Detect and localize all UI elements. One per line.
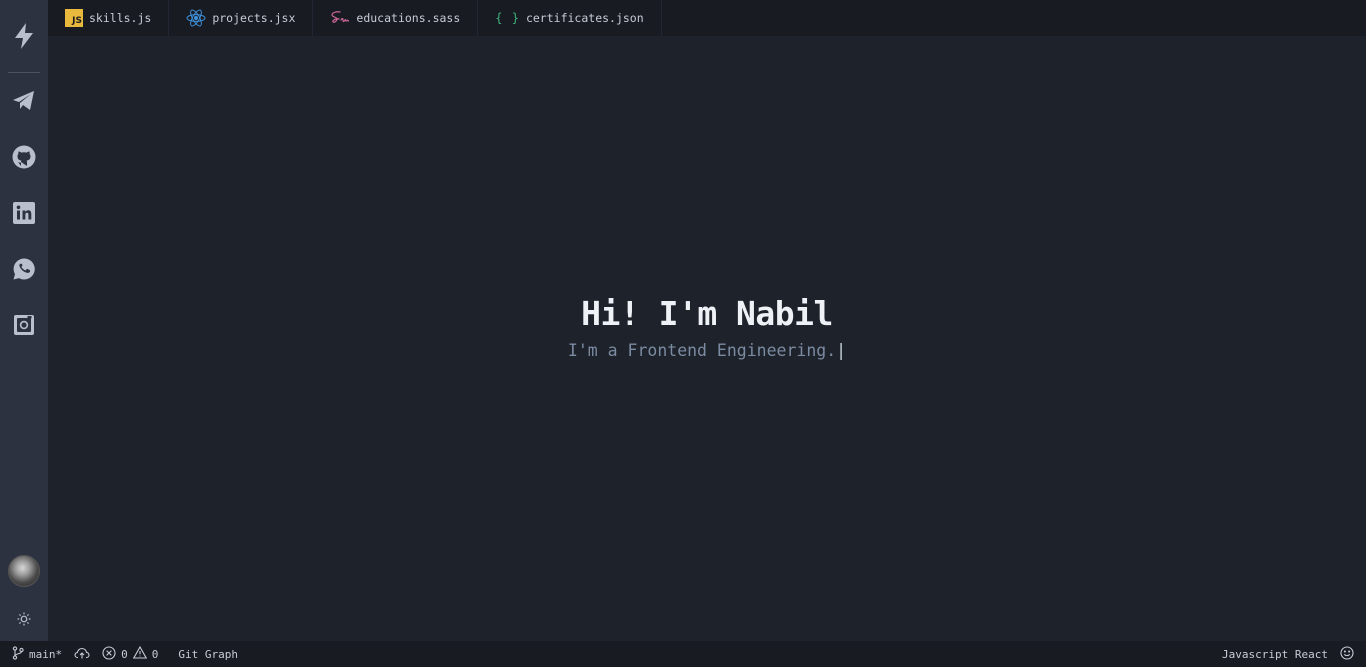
- git-graph-button[interactable]: Git Graph: [172, 641, 244, 667]
- error-icon: [102, 645, 116, 663]
- tab-label: projects.jsx: [212, 11, 296, 25]
- tab-certificates-json[interactable]: { } certificates.json: [478, 0, 662, 36]
- editor-area: Hi! I'm Nabil I'm a Frontend Engineering…: [48, 36, 1366, 641]
- branch-indicator[interactable]: main*: [6, 641, 68, 667]
- sync-button[interactable]: [68, 641, 96, 667]
- linkedin-icon[interactable]: [0, 185, 48, 241]
- tab-label: certificates.json: [525, 11, 644, 25]
- telegram-icon[interactable]: [0, 73, 48, 129]
- feedback-button[interactable]: [1334, 641, 1360, 667]
- activity-bar: [0, 0, 48, 641]
- git-graph-label: Git Graph: [178, 647, 238, 661]
- problems-indicator[interactable]: 0 0: [96, 641, 164, 667]
- hero-title: Hi! I'm Nabil: [581, 294, 833, 333]
- whatsapp-icon[interactable]: [0, 241, 48, 297]
- hero-section: Hi! I'm Nabil I'm a Frontend Engineering…: [48, 294, 1366, 360]
- typing-caret: |: [836, 341, 847, 360]
- instagram-icon[interactable]: [0, 297, 48, 353]
- error-count: 0: [121, 647, 128, 661]
- react-icon: [186, 9, 206, 27]
- warning-count: 0: [151, 647, 159, 661]
- status-bar: main* 0 0 Git Graph Javascript React: [0, 641, 1366, 667]
- avatar[interactable]: [8, 555, 40, 587]
- git-branch-icon: [12, 645, 24, 663]
- sun-icon[interactable]: [0, 603, 48, 635]
- hero-subtitle: I'm a Frontend Engineering.|: [48, 341, 1366, 360]
- smiley-icon: [1340, 645, 1354, 663]
- json-icon: { }: [495, 11, 520, 25]
- sass-icon: [330, 10, 350, 26]
- warning-icon: [132, 645, 147, 662]
- hero-subtitle-text: I'm a Frontend Engineering.: [567, 341, 837, 360]
- javascript-icon: JS: [65, 9, 83, 27]
- cloud-upload-icon: [74, 647, 90, 662]
- tab-bar: JS skills.js projects.jsx educations.sas…: [48, 0, 1366, 36]
- language-mode[interactable]: Javascript React: [1216, 641, 1334, 667]
- tab-educations-sass[interactable]: educations.sass: [313, 0, 479, 36]
- tab-label: skills.js: [89, 11, 152, 25]
- language-label: Javascript React: [1222, 647, 1328, 661]
- branch-name: main*: [29, 647, 63, 661]
- tab-label: educations.sass: [356, 11, 461, 25]
- github-icon[interactable]: [0, 129, 48, 185]
- lightning-bolt-icon[interactable]: [0, 20, 48, 52]
- tab-skills-js[interactable]: JS skills.js: [48, 0, 170, 36]
- tab-projects-jsx[interactable]: projects.jsx: [169, 0, 314, 36]
